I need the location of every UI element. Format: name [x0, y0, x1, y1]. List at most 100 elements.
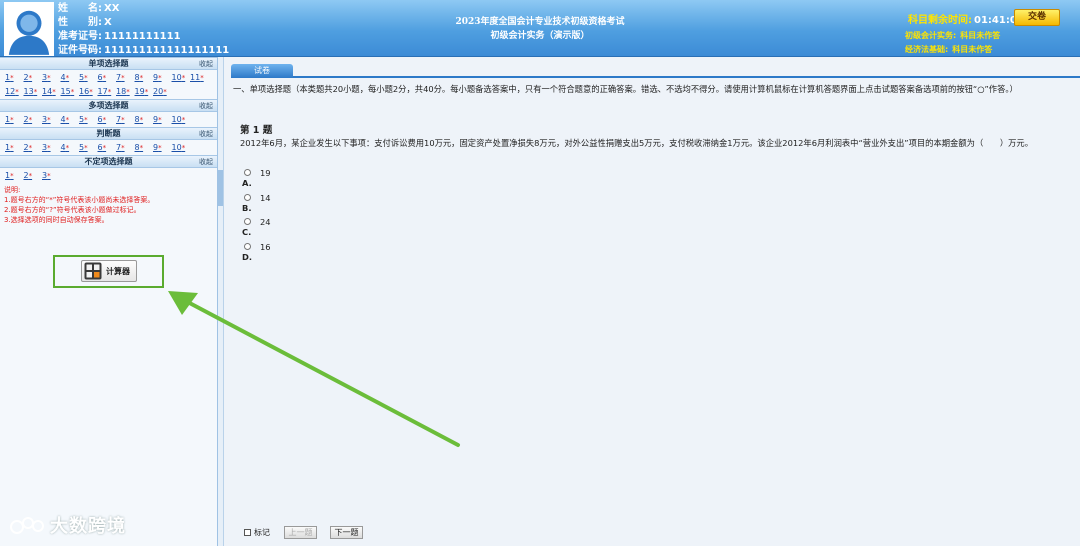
question-link[interactable]: 1* — [5, 171, 20, 180]
question-navigator: 单项选择题 收起 1* 2* 3* 4* 5* 6* 7* 8* 9* 10* 11* 12* 13* 14*… — [0, 57, 218, 546]
option-a[interactable]: 19 A. — [240, 167, 440, 192]
question-link[interactable]: 14* — [42, 87, 57, 96]
question-link[interactable]: 4* — [61, 73, 76, 82]
unanswered-star-icon: * — [139, 116, 144, 124]
question-link[interactable]: 16* — [79, 87, 94, 96]
submit-exam-button[interactable]: 交卷 — [1014, 9, 1060, 26]
question-link[interactable]: 10* — [172, 115, 187, 124]
unanswered-star-icon: * — [47, 116, 51, 124]
option-b[interactable]: 14 B. — [240, 192, 440, 217]
section-header: 不定项选择题 收起 — [0, 155, 217, 168]
question-link[interactable]: 7* — [116, 73, 131, 82]
subject-status-law: 经济法基础: 科目未作答 — [905, 45, 993, 54]
question-link[interactable]: 1* — [5, 143, 20, 152]
question-link[interactable]: 12* — [5, 87, 20, 96]
unanswered-star-icon: * — [47, 144, 51, 152]
question-number-grid: 1* 2* 3* 4* 5* 6* 7* 8* 9* 10* — [0, 140, 217, 155]
question-link[interactable]: 5* — [79, 143, 94, 152]
section-instruction: 一、单项选择题（本类题共20小题，每小题2分，共40分。每小题备选答案中，只有一… — [233, 84, 1018, 94]
unanswered-star-icon: * — [84, 116, 88, 124]
unanswered-star-icon: * — [84, 74, 88, 82]
question-panel: 试卷 一、单项选择题（本类题共20小题，每小题2分，共40分。每小题备选答案中，… — [227, 57, 1080, 546]
question-link[interactable]: 3* — [42, 143, 57, 152]
question-link[interactable]: 2* — [24, 143, 39, 152]
question-link[interactable]: 9* — [153, 115, 168, 124]
unanswered-star-icon: * — [144, 88, 149, 96]
unanswered-star-icon: * — [139, 144, 144, 152]
navigator-splitter[interactable] — [218, 57, 224, 546]
question-link[interactable]: 13* — [24, 87, 39, 96]
unanswered-star-icon: * — [65, 116, 70, 124]
question-link[interactable]: 3* — [42, 171, 57, 180]
unanswered-star-icon: * — [10, 116, 14, 124]
question-link[interactable]: 6* — [98, 143, 113, 152]
question-link[interactable]: 2* — [24, 171, 39, 180]
question-link[interactable]: 1* — [5, 73, 20, 82]
question-link[interactable]: 6* — [98, 115, 113, 124]
question-link[interactable]: 8* — [135, 143, 150, 152]
question-link[interactable]: 7* — [116, 143, 131, 152]
paper-tabbar: 试卷 — [231, 64, 1080, 78]
mark-checkbox[interactable] — [244, 529, 251, 536]
section-collapse-toggle[interactable]: 收起 — [199, 58, 213, 70]
option-d[interactable]: 16 D. — [240, 241, 440, 266]
question-link[interactable]: 15* — [61, 87, 76, 96]
question-link[interactable]: 1* — [5, 115, 20, 124]
section-collapse-toggle[interactable]: 收起 — [199, 100, 213, 112]
question-link[interactable]: 5* — [79, 115, 94, 124]
unanswered-star-icon: * — [47, 172, 51, 180]
option-c[interactable]: 24 C. — [240, 216, 440, 241]
option-d-radio[interactable] — [244, 242, 251, 250]
unanswered-star-icon: * — [158, 144, 162, 152]
section-header: 多项选择题 收起 — [0, 99, 217, 112]
section-collapse-toggle[interactable]: 收起 — [199, 128, 213, 140]
unanswered-star-icon: * — [28, 172, 33, 180]
unanswered-star-icon: * — [89, 88, 93, 96]
question-link[interactable]: 11* — [190, 73, 205, 82]
calculator-icon — [84, 262, 102, 280]
question-link[interactable]: 20* — [153, 87, 168, 96]
mark-label: 标记 — [254, 528, 270, 537]
calculator-button[interactable]: 计算器 — [81, 260, 137, 282]
remaining-timer: 科目剩余时间: 01:41:05 — [908, 15, 1024, 26]
question-link[interactable]: 5* — [79, 73, 94, 82]
question-number-grid: 1* 2* 3* — [0, 168, 217, 183]
option-b-radio[interactable] — [244, 193, 251, 201]
unanswered-star-icon: * — [10, 144, 14, 152]
question-link[interactable]: 19* — [135, 87, 150, 96]
unanswered-star-icon: * — [102, 144, 107, 152]
question-link[interactable]: 6* — [98, 73, 113, 82]
tab-exam-paper[interactable]: 试卷 — [231, 64, 293, 78]
next-question-button[interactable]: 下一题 — [330, 526, 363, 539]
question-link[interactable]: 10* — [172, 143, 187, 152]
question-link[interactable]: 9* — [153, 143, 168, 152]
question-link[interactable]: 17* — [98, 87, 113, 96]
question-link[interactable]: 8* — [135, 115, 150, 124]
legend-notes: 说明: 1.题号右方的“*”符号代表该小题尚未选择答案。 2.题号右方的“?”符… — [4, 186, 155, 224]
prev-question-button[interactable]: 上一题 — [284, 526, 317, 539]
question-link[interactable]: 9* — [153, 73, 168, 82]
question-link[interactable]: 4* — [61, 115, 76, 124]
unanswered-star-icon: * — [102, 74, 107, 82]
option-c-radio[interactable] — [244, 218, 251, 225]
unanswered-star-icon: * — [33, 88, 38, 96]
unanswered-star-icon: * — [158, 74, 162, 82]
unanswered-star-icon: * — [65, 144, 70, 152]
question-link[interactable]: 4* — [61, 143, 76, 152]
question-link[interactable]: 7* — [116, 115, 131, 124]
question-link[interactable]: 8* — [135, 73, 150, 82]
question-link[interactable]: 3* — [42, 73, 57, 82]
option-a-radio[interactable] — [244, 169, 251, 176]
question-link[interactable]: 10* — [172, 73, 187, 82]
unanswered-star-icon: * — [28, 144, 33, 152]
unanswered-star-icon: * — [181, 116, 186, 124]
question-link[interactable]: 3* — [42, 115, 57, 124]
question-link[interactable]: 2* — [24, 73, 39, 82]
navigator-scrollbar-thumb[interactable] — [218, 170, 223, 206]
question-link[interactable]: 18* — [116, 87, 131, 96]
section-collapse-toggle[interactable]: 收起 — [199, 156, 213, 168]
answer-options: 19 A. 14 B. 24 C. 16 D. — [240, 167, 440, 265]
question-link[interactable]: 2* — [24, 115, 39, 124]
unanswered-star-icon: * — [181, 144, 186, 152]
unanswered-star-icon: * — [15, 88, 19, 96]
